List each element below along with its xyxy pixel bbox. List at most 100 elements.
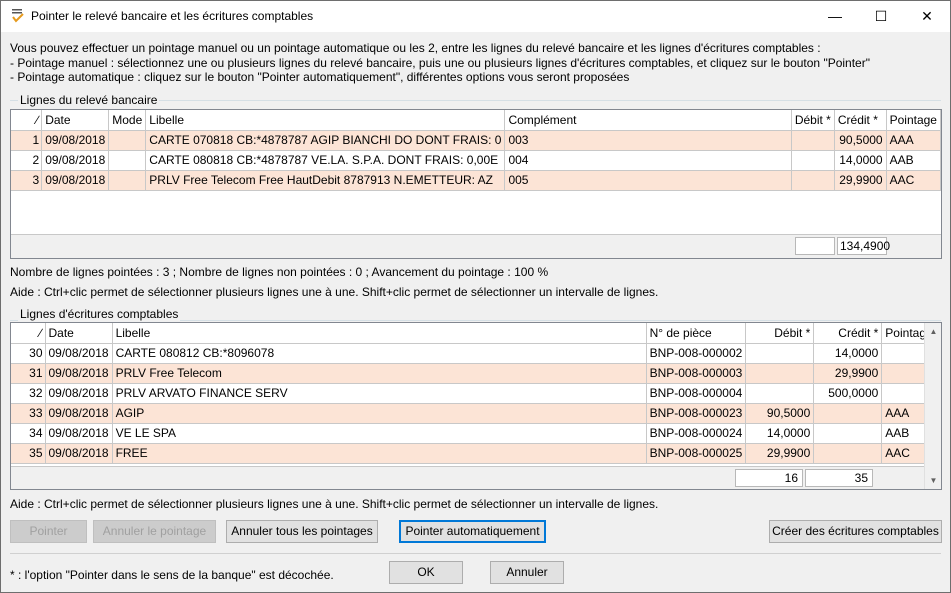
bank-col-sort[interactable]: ∕ [11,110,43,131]
pointer-automatiquement-button[interactable]: Pointer automatiquement [399,520,546,543]
maximize-button[interactable]: ☐ [858,1,904,32]
row-number: 31 [11,363,46,384]
cell-credit: 14,0000 [813,343,883,364]
ok-button[interactable]: OK [389,561,463,584]
intro-text: Vous pouvez effectuer un pointage manuel… [10,41,870,85]
cell-credit: 500,0000 [813,383,883,404]
bank-table: ∕ Date Mode Libelle Complément Débit * C… [11,110,941,191]
cell-date: 09/08/2018 [41,130,110,151]
cell-libelle: FREE [112,443,647,464]
bank-col-libelle[interactable]: Libelle [145,110,506,131]
entries-col-piece[interactable]: N° de pièce [646,323,747,344]
cell-credit: 14,0000 [834,150,887,171]
cell-piece: BNP-008-000025 [646,443,747,464]
bank-col-complement[interactable]: Complément [504,110,792,131]
cell-libelle: CARTE 080812 CB:*8096078 [112,343,647,364]
entries-total-credit: 35 185,8700 [805,469,873,489]
cell-libelle: PRLV Free Telecom [112,363,647,384]
table-row[interactable]: 34 09/08/2018 VE LE SPA BNP-008-000024 1… [11,423,937,444]
cell-complement: 003 [504,130,792,151]
entries-group-label: Lignes d'écritures comptables [18,307,181,321]
bank-col-mode[interactable]: Mode [108,110,147,131]
bank-totals-row: 134,4900 [11,234,941,258]
cell-debit [791,130,835,151]
cell-libelle: CARTE 080818 CB:*4878787 VE.LA. S.P.A. D… [145,150,506,171]
close-button[interactable]: ✕ [904,1,950,32]
cell-piece: BNP-008-000023 [646,403,747,424]
cell-credit: 90,5000 [834,130,887,151]
cell-debit [791,170,835,191]
app-icon [12,9,24,23]
scroll-down-icon[interactable]: ▼ [925,472,941,489]
help-text-entries: Aide : Ctrl+clic permet de sélectionner … [10,497,659,511]
table-row[interactable]: 35 09/08/2018 FREE BNP-008-000025 29,990… [11,443,937,464]
entries-col-libelle[interactable]: Libelle [112,323,647,344]
row-number: 1 [11,130,43,151]
cell-mode [108,150,147,171]
minimize-button[interactable]: — [812,1,858,32]
annuler-tous-pointages-button[interactable]: Annuler tous les pointages [226,520,378,543]
cell-credit [813,403,883,424]
cell-credit: 29,9900 [813,363,883,384]
cell-libelle: VE LE SPA [112,423,647,444]
entries-grid[interactable]: ∕ Date Libelle N° de pièce Débit * Crédi… [10,322,942,490]
bank-grid[interactable]: ∕ Date Mode Libelle Complément Débit * C… [10,109,942,259]
cell-credit: 29,9900 [834,170,887,191]
creer-ecritures-button[interactable]: Créer des écritures comptables [769,520,942,543]
entries-col-date[interactable]: Date [45,323,113,344]
entries-table: ∕ Date Libelle N° de pièce Débit * Crédi… [11,323,937,464]
scroll-up-icon[interactable]: ▲ [925,323,941,340]
cell-libelle: AGIP [112,403,647,424]
cancel-button[interactable]: Annuler [490,561,564,584]
entries-total-debit: 16 510,7900 [735,469,803,489]
cell-credit [813,423,883,444]
table-row[interactable]: 30 09/08/2018 CARTE 080812 CB:*8096078 B… [11,343,937,364]
bank-col-pointage[interactable]: Pointage [886,110,941,131]
cell-debit [791,150,835,171]
table-row[interactable]: 31 09/08/2018 PRLV Free Telecom BNP-008-… [11,363,937,384]
bottom-separator [10,553,941,554]
intro-line-2: - Pointage manuel : sélectionnez une ou … [10,55,870,70]
entries-col-sort[interactable]: ∕ [11,323,46,344]
cell-piece: BNP-008-000002 [646,343,747,364]
entries-totals-row: 16 510,7900 35 185,8700 [11,466,924,489]
entries-scrollbar[interactable]: ▲ ▼ [924,323,941,489]
row-number: 3 [11,170,43,191]
cell-libelle: CARTE 070818 CB:*4878787 AGIP BIANCHI DO… [145,130,506,151]
cell-date: 09/08/2018 [45,423,113,444]
table-row[interactable]: 33 09/08/2018 AGIP BNP-008-000023 90,500… [11,403,937,424]
cell-date: 09/08/2018 [45,443,113,464]
title-bar[interactable]: Pointer le relevé bancaire et les écritu… [1,1,950,32]
entries-col-debit[interactable]: Débit * [745,323,815,344]
cell-date: 09/08/2018 [45,403,113,424]
table-row[interactable]: 1 09/08/2018 CARTE 070818 CB:*4878787 AG… [11,130,941,151]
help-text-bank: Aide : Ctrl+clic permet de sélectionner … [10,285,659,299]
bank-total-credit: 134,4900 [837,237,890,255]
pointer-button[interactable]: Pointer [10,520,87,543]
bank-col-credit[interactable]: Crédit * [834,110,887,131]
intro-line-3: - Pointage automatique : cliquez sur le … [10,70,630,84]
table-row[interactable]: 32 09/08/2018 PRLV ARVATO FINANCE SERV B… [11,383,937,404]
cell-date: 09/08/2018 [45,343,113,364]
bank-header-row: ∕ Date Mode Libelle Complément Débit * C… [11,110,941,131]
cell-mode [108,130,147,151]
annuler-pointage-button[interactable]: Annuler le pointage [93,520,216,543]
bank-total-debit [795,237,835,255]
table-row[interactable]: 2 09/08/2018 CARTE 080818 CB:*4878787 VE… [11,150,941,171]
intro-line-1: Vous pouvez effectuer un pointage manuel… [10,41,821,55]
entries-col-credit[interactable]: Crédit * [813,323,883,344]
cell-piece: BNP-008-000003 [646,363,747,384]
bank-group-label: Lignes du relevé bancaire [18,93,160,107]
table-row[interactable]: 3 09/08/2018 PRLV Free Telecom Free Haut… [11,170,941,191]
cell-debit [745,363,815,384]
cell-libelle: PRLV Free Telecom Free HautDebit 8787913… [145,170,506,191]
footnote: * : l'option "Pointer dans le sens de la… [10,568,334,582]
row-number: 30 [11,343,46,364]
bank-col-debit[interactable]: Débit * [791,110,835,131]
cell-debit [745,383,815,404]
dialog-window: Pointer le relevé bancaire et les écritu… [0,0,951,593]
cell-pointage: AAA [886,130,941,151]
bank-col-date[interactable]: Date [41,110,110,131]
cell-libelle: PRLV ARVATO FINANCE SERV [112,383,647,404]
cell-mode [108,170,147,191]
